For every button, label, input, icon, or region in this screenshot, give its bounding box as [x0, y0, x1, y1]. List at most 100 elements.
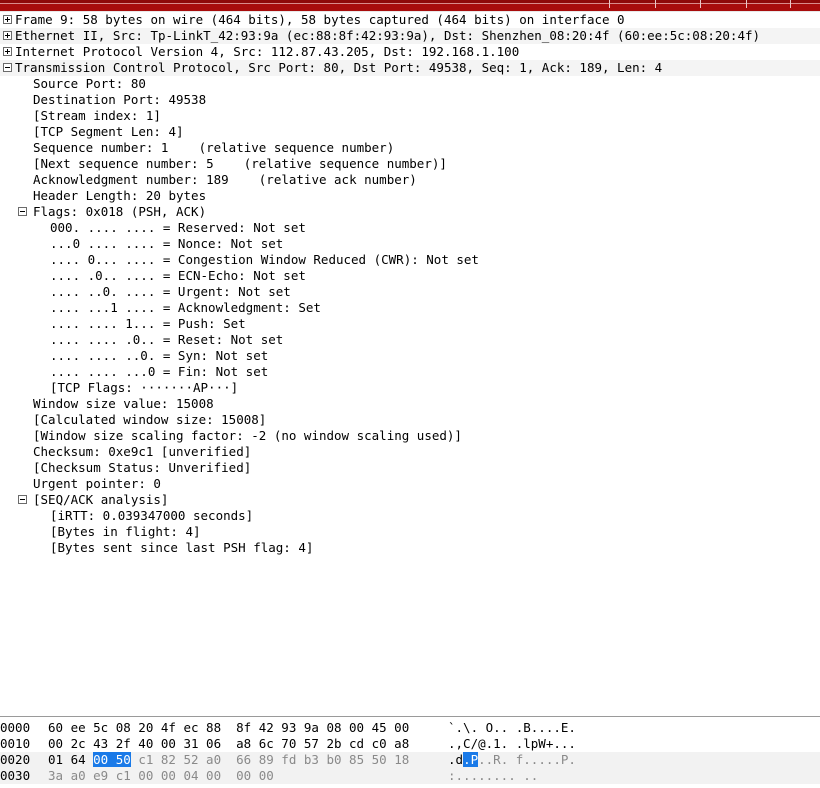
packet-detail-pane[interactable]: Frame 9: 58 bytes on wire (464 bits), 58…	[0, 12, 820, 716]
tcp-flags-summary-label: [TCP Flags: ·······AP···]	[50, 380, 239, 395]
tree-node-tcp-label: Transmission Control Protocol, Src Port:…	[15, 60, 663, 75]
hex-row-0010[interactable]: 0010 00 2c 43 2f 40 00 31 06 a8 6c 70 57 …	[0, 736, 820, 752]
tcp-flag-reset-label: .... .... .0.. = Reset: Not set	[50, 332, 284, 347]
hex-row-0000[interactable]: 0000 60 ee 5c 08 20 4f ec 88 8f 42 93 9a …	[0, 720, 820, 736]
tcp-bytes-since-psh-label: [Bytes sent since last PSH flag: 4]	[50, 540, 314, 555]
tcp-flag-push[interactable]: .... .... 1... = Push: Set	[0, 316, 820, 332]
toolbar-tick-5	[790, 0, 791, 8]
collapse-minus-icon[interactable]	[18, 207, 27, 216]
tcp-flag-fin[interactable]: .... .... ...0 = Fin: Not set	[0, 364, 820, 380]
pane-divider-gap	[0, 717, 820, 718]
hex-byte-group[interactable]: 00 2c 43 2f 40 00 31 06 a8 6c 70 57 2b c…	[48, 736, 409, 751]
tcp-segment-len[interactable]: [TCP Segment Len: 4]	[0, 124, 820, 140]
tree-node-frame[interactable]: Frame 9: 58 bytes on wire (464 bits), 58…	[0, 12, 820, 28]
hex-bytes[interactable]: 3a a0 e9 c1 00 00 04 00 00 00	[48, 768, 274, 784]
hex-offset: 0010	[0, 736, 31, 751]
tcp-checksum-status[interactable]: [Checksum Status: Unverified]	[0, 460, 820, 476]
expand-plus-icon[interactable]	[3, 47, 12, 56]
tcp-flag-syn-label: .... .... ..0. = Syn: Not set	[50, 348, 269, 363]
toolbar-band	[0, 0, 820, 12]
tcp-bytes-since-psh[interactable]: [Bytes sent since last PSH flag: 4]	[0, 540, 820, 556]
hex-offset: 0030	[0, 768, 31, 783]
tcp-source-port-label: Source Port: 80	[33, 76, 146, 91]
tcp-flag-cwr-label: .... 0... .... = Congestion Window Reduc…	[50, 252, 479, 267]
hex-ascii-dim[interactable]: ..R. f.....P.	[478, 752, 576, 767]
tcp-flag-nonce[interactable]: ...0 .... .... = Nonce: Not set	[0, 236, 820, 252]
hex-byte-group[interactable]: 01 64	[48, 752, 93, 767]
tcp-flag-cwr[interactable]: .... 0... .... = Congestion Window Reduc…	[0, 252, 820, 268]
tcp-source-port[interactable]: Source Port: 80	[0, 76, 820, 92]
tcp-flag-syn[interactable]: .... .... ..0. = Syn: Not set	[0, 348, 820, 364]
hex-row-0020[interactable]: 0020 01 64 00 50 c1 82 52 a0 66 89 fd b3 …	[0, 752, 820, 768]
tcp-window-scaling-factor-label: [Window size scaling factor: -2 (no wind…	[33, 428, 462, 443]
tcp-checksum[interactable]: Checksum: 0xe9c1 [unverified]	[0, 444, 820, 460]
tree-node-ethernet-label: Ethernet II, Src: Tp-LinkT_42:93:9a (ec:…	[15, 28, 761, 43]
hex-bytes[interactable]: 60 ee 5c 08 20 4f ec 88 8f 42 93 9a 08 0…	[48, 720, 409, 736]
packet-bytes-pane[interactable]: 0000 60 ee 5c 08 20 4f ec 88 8f 42 93 9a …	[0, 720, 820, 788]
tcp-header-length[interactable]: Header Length: 20 bytes	[0, 188, 820, 204]
tcp-seq-ack-analysis-node[interactable]: [SEQ/ACK analysis]	[0, 492, 820, 508]
tcp-flag-acknowledgment-label: .... ...1 .... = Acknowledgment: Set	[50, 300, 321, 315]
tcp-flag-urgent[interactable]: .... ..0. .... = Urgent: Not set	[0, 284, 820, 300]
tcp-bytes-in-flight-label: [Bytes in flight: 4]	[50, 524, 201, 539]
collapse-minus-icon[interactable]	[3, 63, 12, 72]
tcp-irtt[interactable]: [iRTT: 0.039347000 seconds]	[0, 508, 820, 524]
hex-byte-group[interactable]: 60 ee 5c 08 20 4f ec 88 8f 42 93 9a 08 0…	[48, 720, 409, 735]
tcp-checksum-status-label: [Checksum Status: Unverified]	[33, 460, 252, 475]
tree-node-ipv4[interactable]: Internet Protocol Version 4, Src: 112.87…	[0, 44, 820, 60]
tcp-urgent-pointer[interactable]: Urgent pointer: 0	[0, 476, 820, 492]
tcp-calculated-window-size-label: [Calculated window size: 15008]	[33, 412, 267, 427]
hex-ascii-group[interactable]: .d	[448, 752, 463, 767]
hex-byte-dim[interactable]: c1 82 52 a0 66 89 fd b3 b0 85 50 18	[131, 752, 409, 767]
tcp-bytes-in-flight[interactable]: [Bytes in flight: 4]	[0, 524, 820, 540]
tree-node-frame-label: Frame 9: 58 bytes on wire (464 bits), 58…	[15, 12, 625, 27]
tree-node-tcp[interactable]: Transmission Control Protocol, Src Port:…	[0, 60, 820, 76]
tcp-flag-ecn-echo[interactable]: .... .0.. .... = ECN-Echo: Not set	[0, 268, 820, 284]
tcp-window-size-value-label: Window size value: 15008	[33, 396, 214, 411]
tcp-acknowledgment-number[interactable]: Acknowledgment number: 189 (relative ack…	[0, 172, 820, 188]
hex-byte-selected[interactable]: 00 50	[93, 752, 131, 767]
tcp-window-size-value[interactable]: Window size value: 15008	[0, 396, 820, 412]
hex-ascii[interactable]: .,C/@.1. .lpW+...	[448, 736, 576, 752]
tcp-calculated-window-size[interactable]: [Calculated window size: 15008]	[0, 412, 820, 428]
tcp-flag-push-label: .... .... 1... = Push: Set	[50, 316, 246, 331]
hex-ascii-group[interactable]: `.\. O.. .B....E.	[448, 720, 576, 735]
expand-plus-icon[interactable]	[3, 31, 12, 40]
tcp-stream-index[interactable]: [Stream index: 1]	[0, 108, 820, 124]
hex-ascii-selected[interactable]: .P	[463, 752, 479, 767]
hex-ascii[interactable]: :........ ..	[448, 768, 538, 784]
hex-byte-dim[interactable]: 3a a0 e9 c1 00 00 04 00 00 00	[48, 768, 274, 783]
tcp-flag-reserved[interactable]: 000. .... .... = Reserved: Not set	[0, 220, 820, 236]
tcp-flag-ecn-echo-label: .... .0.. .... = ECN-Echo: Not set	[50, 268, 306, 283]
tcp-sequence-number[interactable]: Sequence number: 1 (relative sequence nu…	[0, 140, 820, 156]
hex-ascii-group[interactable]: .,C/@.1. .lpW+...	[448, 736, 576, 751]
tcp-next-sequence-number[interactable]: [Next sequence number: 5 (relative seque…	[0, 156, 820, 172]
toolbar-tick-2	[655, 0, 656, 8]
collapse-minus-icon[interactable]	[18, 495, 27, 504]
tcp-checksum-label: Checksum: 0xe9c1 [unverified]	[33, 444, 252, 459]
tcp-flags-summary[interactable]: [TCP Flags: ·······AP···]	[0, 380, 820, 396]
tcp-segment-len-label: [TCP Segment Len: 4]	[33, 124, 184, 139]
tcp-flag-reset[interactable]: .... .... .0.. = Reset: Not set	[0, 332, 820, 348]
tcp-flag-acknowledgment[interactable]: .... ...1 .... = Acknowledgment: Set	[0, 300, 820, 316]
tree-node-ipv4-label: Internet Protocol Version 4, Src: 112.87…	[15, 44, 520, 59]
toolbar-tick-4	[746, 0, 747, 8]
tcp-destination-port[interactable]: Destination Port: 49538	[0, 92, 820, 108]
hex-bytes[interactable]: 00 2c 43 2f 40 00 31 06 a8 6c 70 57 2b c…	[48, 736, 409, 752]
hex-ascii[interactable]: .d.P..R. f.....P.	[448, 752, 576, 768]
tree-node-ethernet[interactable]: Ethernet II, Src: Tp-LinkT_42:93:9a (ec:…	[0, 28, 820, 44]
tcp-next-sequence-number-label: [Next sequence number: 5 (relative seque…	[33, 156, 447, 171]
hex-ascii-dim[interactable]: :........ ..	[448, 768, 538, 783]
toolbar-tick-3	[700, 0, 701, 8]
tcp-irtt-label: [iRTT: 0.039347000 seconds]	[50, 508, 254, 523]
toolbar-band-highlight	[0, 3, 820, 4]
tcp-flags-node[interactable]: Flags: 0x018 (PSH, ACK)	[0, 204, 820, 220]
tcp-window-scaling-factor[interactable]: [Window size scaling factor: -2 (no wind…	[0, 428, 820, 444]
hex-row-0030[interactable]: 0030 3a a0 e9 c1 00 00 04 00 00 00:......…	[0, 768, 820, 784]
expand-plus-icon[interactable]	[3, 15, 12, 24]
hex-ascii[interactable]: `.\. O.. .B....E.	[448, 720, 576, 736]
tcp-acknowledgment-number-label: Acknowledgment number: 189 (relative ack…	[33, 172, 417, 187]
tcp-flag-reserved-label: 000. .... .... = Reserved: Not set	[50, 220, 306, 235]
hex-bytes[interactable]: 01 64 00 50 c1 82 52 a0 66 89 fd b3 b0 8…	[48, 752, 409, 768]
tcp-destination-port-label: Destination Port: 49538	[33, 92, 207, 107]
